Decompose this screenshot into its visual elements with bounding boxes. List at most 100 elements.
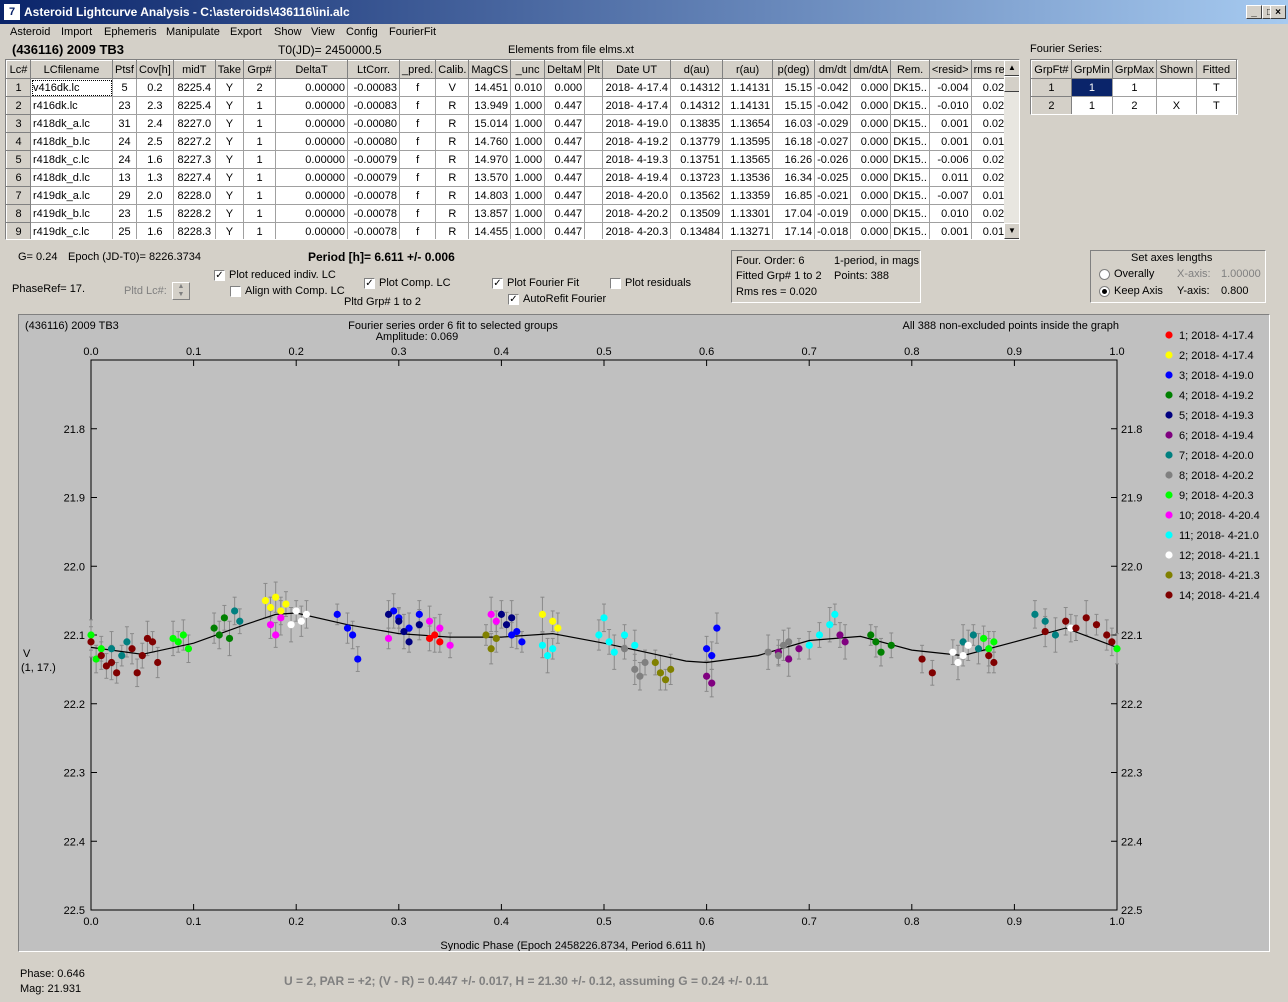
table-cell[interactable]: R	[435, 96, 470, 115]
table-cell[interactable]: R	[435, 150, 470, 169]
table-cell[interactable]	[584, 132, 604, 151]
minimize-icon[interactable]: _	[1246, 5, 1262, 19]
lc-col-header[interactable]: p(deg)	[772, 60, 816, 79]
lc-col-header[interactable]: midT	[172, 60, 216, 79]
table-cell[interactable]: 2018- 4-20.2	[602, 204, 672, 223]
table-cell[interactable]: 0.000	[850, 222, 892, 239]
y-axis-input[interactable]: 0.800	[1221, 285, 1249, 297]
table-cell[interactable]: 0.000	[544, 78, 586, 97]
table-row[interactable]: 4 r418dk_b.lc 24 2.5 8227.2 Y 1 0.00000 -0.00080…	[6, 132, 1014, 151]
table-cell[interactable]: 0.00000	[275, 150, 349, 169]
table-cell[interactable]: 0.001	[928, 132, 972, 151]
table-cell[interactable]: 0.00000	[275, 132, 349, 151]
menu-view[interactable]: View	[311, 26, 335, 38]
table-cell[interactable]: 8225.4	[172, 96, 216, 115]
lc-col-header[interactable]: d(au)	[670, 60, 724, 79]
table-cell[interactable]: 0.00000	[275, 222, 349, 239]
table-cell[interactable]: 8227.0	[172, 114, 216, 133]
table-row[interactable]: 6 r418dk_d.lc 13 1.3 8227.4 Y 1 0.00000 -0.00079…	[6, 168, 1014, 187]
table-cell[interactable]: v416dk.lc	[30, 78, 113, 97]
table-cell[interactable]: Y	[214, 132, 245, 151]
table-cell[interactable]: -0.00083	[347, 96, 401, 115]
lc-col-header[interactable]: dm/dtA	[850, 60, 892, 79]
table-row[interactable]: 7 r419dk_a.lc 29 2.0 8228.0 Y 1 0.00000 -0.00078…	[6, 186, 1014, 205]
table-cell[interactable]: 1.000	[510, 114, 546, 133]
table-cell[interactable]: 1.000	[510, 150, 546, 169]
table-cell[interactable]: 2018- 4-19.3	[602, 150, 672, 169]
lightcurve-svg[interactable]: (436116) 2009 TB3 Fourier series order 6…	[19, 315, 1269, 951]
table-cell[interactable]: -0.006	[928, 150, 972, 169]
scroll-down-icon[interactable]: ▼	[1004, 223, 1019, 239]
table-cell[interactable]: -0.007	[928, 186, 972, 205]
autorefit-checkbox[interactable]: ✓ AutoRefit Fourier	[508, 293, 606, 305]
lc-col-header[interactable]: <resid>	[928, 60, 972, 79]
lc-col-header[interactable]: dm/dt	[814, 60, 852, 79]
plot-comp-checkbox[interactable]: ✓ Plot Comp. LC	[364, 277, 451, 289]
table-cell[interactable]: DK15..	[890, 168, 930, 187]
table-cell[interactable]: r419dk_b.lc	[30, 204, 113, 223]
table-row[interactable]: 111T	[1031, 78, 1237, 97]
table-cell[interactable]: 1.13271	[722, 222, 774, 239]
table-cell[interactable]: 13.949	[468, 96, 512, 115]
lc-col-header[interactable]: Rem.	[890, 60, 930, 79]
table-cell[interactable]: 8227.2	[172, 132, 216, 151]
plot-residuals-checkbox[interactable]: Plot residuals	[610, 277, 691, 289]
lc-col-header[interactable]: Ptsf	[112, 60, 137, 79]
table-cell[interactable]: Y	[214, 114, 245, 133]
table-cell[interactable]: 16.03	[772, 114, 816, 133]
table-cell[interactable]: 0.447	[544, 168, 586, 187]
table-cell[interactable]: 0.00000	[275, 168, 349, 187]
table-cell[interactable]: 0.447	[544, 222, 586, 239]
lc-col-header[interactable]: Cov[h]	[136, 60, 174, 79]
table-row[interactable]: 212XT	[1031, 96, 1237, 114]
table-cell[interactable]: 14.760	[468, 132, 512, 151]
table-cell[interactable]: 0.13484	[670, 222, 724, 239]
table-cell[interactable]: DK15..	[890, 132, 930, 151]
table-cell[interactable]: 1	[243, 96, 277, 115]
table-cell[interactable]: r418dk_d.lc	[30, 168, 113, 187]
table-cell[interactable]: 0.13779	[670, 132, 724, 151]
table-cell[interactable]: 31	[112, 114, 137, 133]
table-cell[interactable]: 1	[1031, 78, 1072, 97]
scroll-thumb[interactable]	[1004, 76, 1019, 92]
table-cell[interactable]: 0.001	[928, 114, 972, 133]
table-cell[interactable]: 8228.2	[172, 204, 216, 223]
table-cell[interactable]: 13.857	[468, 204, 512, 223]
table-cell[interactable]: r419dk_a.lc	[30, 186, 113, 205]
table-cell[interactable]: 2	[1111, 96, 1158, 114]
table-cell[interactable]: R	[435, 114, 470, 133]
table-cell[interactable]: f	[399, 186, 437, 205]
table-cell[interactable]: 0.447	[544, 186, 586, 205]
table-cell[interactable]: 2018- 4-17.4	[602, 96, 672, 115]
table-cell[interactable]: DK15..	[890, 96, 930, 115]
table-cell[interactable]: f	[399, 168, 437, 187]
lc-col-header[interactable]: Calib.	[435, 60, 470, 79]
table-cell[interactable]: 2.4	[136, 114, 174, 133]
table-cell[interactable]: 0.447	[544, 132, 586, 151]
table-cell[interactable]: -0.025	[814, 168, 852, 187]
table-cell[interactable]: -0.029	[814, 114, 852, 133]
table-cell[interactable]: 24	[112, 132, 137, 151]
table-cell[interactable]: 1.6	[136, 222, 174, 239]
table-cell[interactable]: 1	[243, 150, 277, 169]
menu-export[interactable]: Export	[230, 26, 262, 38]
table-cell[interactable]: r418dk_a.lc	[30, 114, 113, 133]
table-cell[interactable]: 1.14131	[722, 78, 774, 97]
table-cell[interactable]: 1.13301	[722, 204, 774, 223]
table-cell[interactable]: f	[399, 204, 437, 223]
table-cell[interactable]: 7	[6, 186, 31, 205]
plot-reduced-checkbox[interactable]: ✓ Plot reduced indiv. LC	[214, 269, 336, 281]
close-icon[interactable]: ×	[1270, 5, 1286, 19]
lc-col-header[interactable]: Plt	[584, 60, 604, 79]
table-cell[interactable]: 0.2	[136, 78, 174, 97]
table-cell[interactable]: 9	[6, 222, 31, 239]
table-cell[interactable]: 2018- 4-19.0	[602, 114, 672, 133]
table-cell[interactable]: 1	[243, 222, 277, 239]
table-cell[interactable]: 1.14131	[722, 96, 774, 115]
table-cell[interactable]: 13	[112, 168, 137, 187]
table-cell[interactable]: 14.803	[468, 186, 512, 205]
table-cell[interactable]: 1	[1070, 96, 1113, 114]
table-cell[interactable]: 0.13751	[670, 150, 724, 169]
table-cell[interactable]: 3	[6, 114, 31, 133]
table-cell[interactable]: 1.000	[510, 204, 546, 223]
